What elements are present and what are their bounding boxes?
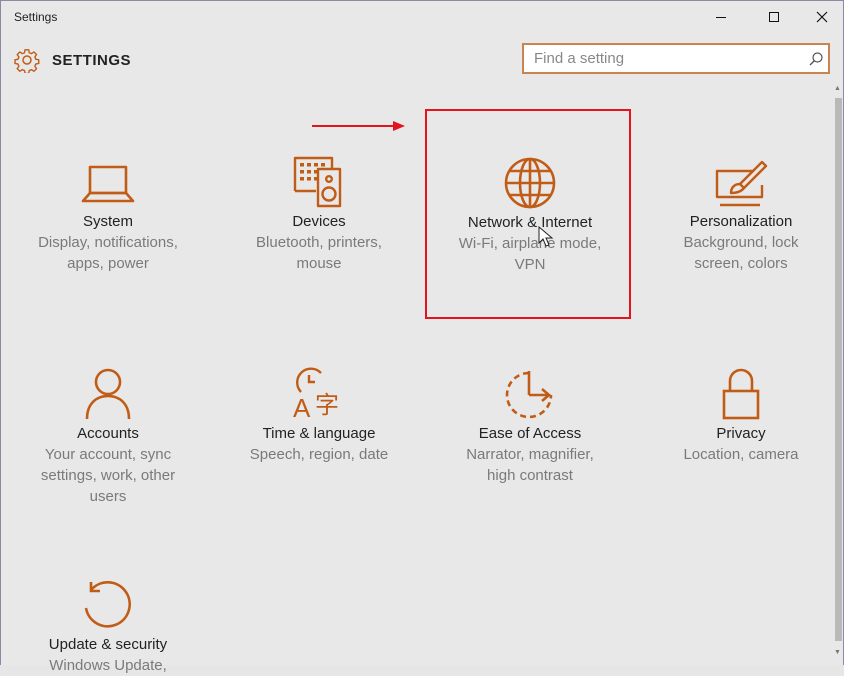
scroll-thumb[interactable]	[835, 98, 842, 641]
title-bar[interactable]: Settings	[1, 1, 843, 33]
tile-description-line: Background, lock	[683, 234, 799, 251]
tile-label: Personalization	[689, 213, 793, 230]
tile-devices[interactable]: Devices Bluetooth, printers, mouse	[219, 155, 419, 274]
person-icon	[85, 368, 131, 420]
tile-description-line: users	[89, 488, 127, 505]
tile-description-line: Narrator, magnifier,	[466, 446, 594, 463]
page-title: SETTINGS	[52, 52, 132, 69]
highlight-box	[425, 109, 631, 319]
close-button[interactable]	[799, 1, 844, 33]
svg-text:字: 字	[315, 391, 339, 419]
paintbrush-screen-icon	[715, 160, 768, 207]
tile-description-line: Display, notifications,	[38, 234, 178, 251]
tile-label: Ease of Access	[478, 425, 582, 442]
tile-description-line: Your account, sync	[44, 446, 172, 463]
tile-description-line: Speech, region, date	[249, 446, 389, 463]
tile-description-line: high contrast	[487, 467, 573, 484]
maximize-icon	[769, 12, 779, 22]
tile-label: Privacy	[716, 425, 766, 442]
svg-text:A: A	[293, 393, 311, 421]
tile-label: System	[82, 213, 133, 230]
tile-description-line: mouse	[296, 255, 342, 272]
tile-description-line: settings, work, other	[40, 467, 176, 484]
tile-description-line: screen, colors	[694, 255, 788, 272]
tile-privacy[interactable]: Privacy Location, camera	[641, 367, 841, 465]
lock-icon	[722, 368, 760, 420]
tile-label: Update & security	[48, 636, 168, 653]
tile-system[interactable]: System Display, notifications, apps, pow…	[8, 159, 208, 274]
tile-label: Accounts	[77, 425, 139, 442]
search-icon[interactable]	[808, 51, 824, 67]
tile-update-security[interactable]: Update & security Windows Update,	[8, 578, 208, 676]
refresh-icon	[84, 581, 131, 628]
search-box[interactable]	[522, 43, 830, 74]
tile-accounts[interactable]: Accounts Your account, sync settings, wo…	[8, 367, 208, 507]
laptop-icon	[81, 165, 135, 203]
ease-of-access-icon	[505, 371, 553, 419]
window-title: Settings	[14, 10, 58, 24]
scroll-down-arrow-icon[interactable]: ▼	[834, 649, 841, 656]
tile-description-line: Bluetooth, printers,	[256, 234, 382, 251]
annotation-arrow-icon	[312, 121, 405, 131]
minimize-button[interactable]	[698, 1, 744, 33]
tile-time-language[interactable]: A 字 Time & language Speech, region, date	[219, 367, 419, 465]
keyboard-speaker-icon	[293, 156, 342, 208]
tile-description-line: Location, camera	[683, 446, 799, 463]
minimize-icon	[716, 17, 726, 18]
close-icon	[816, 11, 828, 23]
mouse-cursor-icon	[538, 226, 554, 247]
tile-label: Devices	[292, 213, 346, 230]
search-input[interactable]	[524, 45, 804, 72]
tile-ease-of-access[interactable]: Ease of Access Narrator, magnifier, high…	[430, 367, 630, 486]
scroll-up-arrow-icon[interactable]: ▲	[834, 85, 841, 92]
maximize-button[interactable]	[751, 1, 797, 33]
settings-header: SETTINGS	[1, 39, 843, 83]
tile-label: Time & language	[262, 425, 376, 442]
vertical-scrollbar[interactable]: ▲ ▼	[833, 83, 843, 665]
settings-window: Settings SETTINGS Find a setting System …	[0, 0, 844, 674]
gear-icon	[14, 49, 40, 73]
clock-language-icon: A 字	[293, 367, 339, 421]
tile-personalization[interactable]: Personalization Background, lock screen,…	[641, 159, 841, 274]
tile-description-line: apps, power	[67, 255, 149, 272]
